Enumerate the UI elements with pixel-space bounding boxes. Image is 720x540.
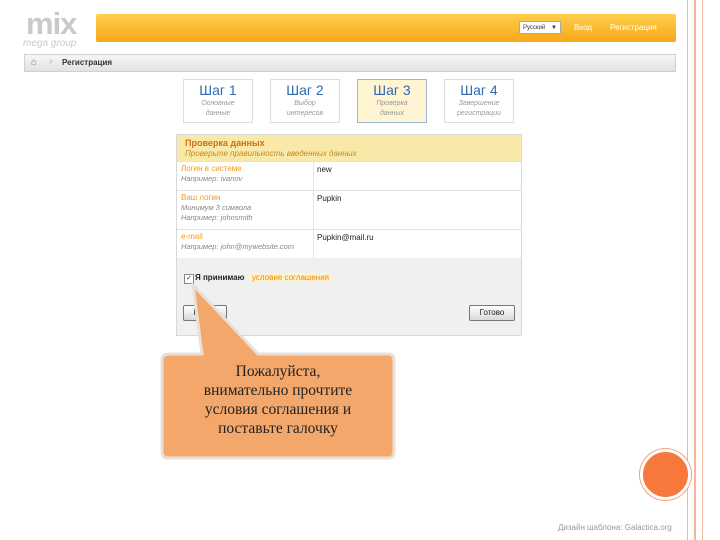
step-title: Шаг 2 — [286, 82, 324, 98]
language-value: Русский — [523, 25, 546, 31]
step-title: Шаг 3 — [373, 82, 411, 98]
agree-text: Я принимаю — [195, 273, 245, 282]
step-title: Шаг 4 — [460, 82, 498, 98]
done-button[interactable]: Готово — [469, 305, 515, 321]
chevron-right-icon: › — [49, 56, 53, 67]
step-2[interactable]: Шаг 2 Выбор интересов — [270, 79, 340, 123]
form-subtitle: Проверьте правильность введенных данных — [185, 149, 357, 158]
step-desc: данные — [205, 110, 231, 117]
logo-main-text: mix — [26, 6, 77, 41]
step-desc: Основные — [201, 100, 235, 107]
field-label: Ваш логин — [181, 193, 221, 202]
callout-text: Пожалуйста, внимательно прочтите условия… — [163, 362, 393, 438]
breadcrumb-current: Регистрация — [62, 58, 113, 67]
form-title: Проверка данных — [185, 138, 265, 148]
agreement-link[interactable]: условие соглашения — [250, 273, 331, 282]
callout-line: поставьте галочку — [218, 420, 338, 437]
breadcrumb: ⌂ › Регистрация — [24, 54, 676, 72]
callout-line: Пожалуйста, — [235, 363, 321, 380]
step-1[interactable]: Шаг 1 Основные данные — [183, 79, 253, 123]
row-divider — [313, 191, 314, 229]
form-row-login: Ваш логин Минимум 3 символа Например: jo… — [177, 190, 521, 229]
decor-stripe — [702, 0, 703, 540]
footer-credit: Дизайн шаблона: Galactica.org — [558, 523, 672, 532]
step-4[interactable]: Шаг 4 Завершение регистрации — [444, 79, 514, 123]
field-label: Логин в системе — [181, 164, 242, 173]
step-desc: регистрации — [457, 110, 501, 117]
register-link[interactable]: Регистрация — [610, 21, 657, 34]
callout-line: внимательно прочтите — [203, 382, 353, 399]
row-divider — [313, 230, 314, 258]
form-header: Проверка данных Проверьте правильность в… — [177, 135, 521, 161]
home-icon[interactable]: ⌂ — [31, 57, 37, 68]
step-3[interactable]: Шаг 3 Проверка данных — [357, 79, 427, 123]
callout-line: условия соглашения и — [204, 401, 352, 418]
top-navbar: Русский ▼ Вход Регистрация — [96, 14, 676, 42]
chevron-down-icon: ▼ — [551, 25, 557, 31]
field-hint: Например: ivanov — [181, 174, 243, 183]
back-button[interactable]: Назад — [183, 305, 227, 321]
field-hint: Например: johnsmith — [181, 213, 253, 222]
step-desc: Выбор — [294, 100, 316, 107]
step-desc: Завершение — [458, 100, 500, 107]
field-hint: Минимум 3 символа — [181, 203, 252, 212]
decor-circle — [640, 449, 691, 500]
language-select[interactable]: Русский ▼ — [519, 21, 561, 34]
logo-sub-text: mega group — [23, 38, 77, 49]
decor-stripe — [687, 0, 688, 540]
step-desc: данных — [379, 110, 405, 117]
step-desc: интересов — [286, 110, 324, 117]
site-logo[interactable]: mix mega group — [20, 6, 84, 50]
agree-checkbox[interactable]: ✓ — [184, 274, 194, 284]
field-label: e-mail — [181, 232, 203, 241]
form-row-email: e-mail Например: john@mywebsite.com Pupk… — [177, 229, 521, 258]
step-desc: Проверка — [376, 100, 408, 107]
row-divider — [313, 162, 314, 190]
step-title: Шаг 1 — [199, 82, 237, 98]
field-value: Pupkin@mail.ru — [317, 233, 374, 242]
field-value: Pupkin — [317, 194, 342, 203]
field-value: new — [317, 165, 332, 174]
login-link[interactable]: Вход — [574, 21, 592, 34]
field-hint: Например: john@mywebsite.com — [181, 242, 295, 251]
form-row-login-system: Логин в системе Например: ivanov new — [177, 161, 521, 190]
decor-stripe — [694, 0, 696, 540]
